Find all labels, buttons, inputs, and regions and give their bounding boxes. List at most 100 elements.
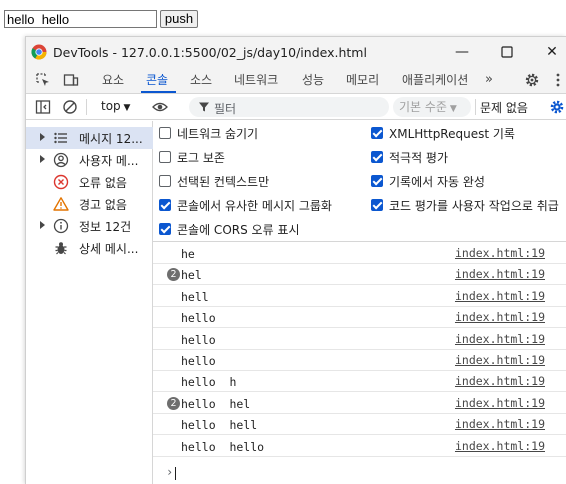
console-log-row: hello hell index.html:19 — [153, 414, 566, 436]
log-message: hello — [181, 311, 216, 326]
console-log-row: 2 hello hel index.html:19 — [153, 393, 566, 414]
user-icon — [53, 152, 69, 168]
source-link[interactable]: index.html:19 — [455, 374, 545, 388]
filter-input[interactable]: 필터 — [189, 97, 389, 117]
expand-arrow-icon[interactable] — [40, 155, 45, 163]
checkbox-label: 선택된 컨텍스트만 — [177, 175, 270, 189]
source-link[interactable]: index.html:19 — [455, 246, 545, 260]
expand-arrow-icon[interactable] — [40, 221, 45, 229]
source-link[interactable]: index.html:19 — [455, 417, 545, 431]
window-title: DevTools - 127.0.0.1:5500/02_js/day10/in… — [53, 45, 367, 60]
checkbox-hide-network[interactable] — [159, 127, 171, 139]
sidebar-toggle-icon[interactable] — [35, 99, 51, 115]
devtools-window: DevTools - 127.0.0.1:5500/02_js/day10/in… — [25, 36, 566, 484]
log-message: hell — [181, 289, 209, 304]
context-label: top — [101, 99, 121, 113]
checkbox-show-cors-errors[interactable] — [159, 223, 171, 235]
info-icon — [53, 218, 69, 234]
checkbox-user-gesture[interactable] — [371, 199, 383, 211]
filter-icon — [199, 102, 209, 112]
push-button[interactable]: push — [160, 10, 198, 28]
tab-sources[interactable]: 소스 — [190, 67, 212, 93]
checkbox-eager-evaluation[interactable] — [371, 151, 383, 163]
sidebar-item-label: 오류 없음 — [79, 176, 127, 190]
active-tab-indicator — [141, 91, 176, 93]
source-link[interactable]: index.html:19 — [455, 439, 545, 453]
checkbox-preserve-log[interactable] — [159, 151, 171, 163]
sidebar-item-verbose[interactable]: 상세 메시... — [26, 237, 153, 259]
sidebar-item-label: 메시지 12... — [79, 132, 143, 146]
issues-counter[interactable]: 문제 없음 — [480, 99, 528, 116]
sidebar-item-warnings[interactable]: 경고 없음 — [26, 193, 153, 215]
console-log-row: he index.html:19 — [153, 243, 566, 264]
checkbox-group-similar[interactable] — [159, 199, 171, 211]
console-settings-gear-icon[interactable] — [549, 99, 565, 115]
sidebar-item-label: 사용자 메... — [79, 154, 139, 168]
console-prompt-icon: › — [166, 465, 174, 479]
sidebar-item-messages[interactable]: 메시지 12... — [26, 127, 153, 149]
log-message: hel — [181, 268, 202, 283]
checkbox-label: 적극적 평가 — [389, 151, 449, 165]
log-message: he — [181, 247, 195, 261]
sidebar-item-user-messages[interactable]: 사용자 메... — [26, 149, 153, 171]
source-link[interactable]: index.html:19 — [455, 267, 545, 281]
source-link[interactable]: index.html:19 — [455, 332, 545, 346]
warning-icon — [53, 197, 69, 211]
repeat-count-badge: 2 — [167, 268, 180, 282]
checkbox-label: 기록에서 자동 완성 — [389, 175, 485, 189]
device-toolbar-icon[interactable] — [63, 72, 79, 88]
checkbox-label: 코드 평가를 사용자 작업으로 취급 — [389, 199, 559, 213]
tab-elements[interactable]: 요소 — [102, 67, 124, 93]
clear-console-icon[interactable] — [62, 99, 78, 115]
chevron-down-icon: ▼ — [120, 103, 131, 113]
console-log-row: hello index.html:19 — [153, 329, 566, 350]
console-messages: › he index.html:19 2 hel index.html:19 hell in… — [153, 243, 566, 484]
list-icon — [54, 132, 67, 144]
chrome-logo-icon — [31, 44, 47, 60]
checkbox-label: 콘솔에서 유사한 메시지 그룹화 — [177, 199, 332, 213]
console-input-caret[interactable] — [175, 467, 176, 480]
context-selector[interactable]: top ▼ — [101, 99, 130, 113]
source-link[interactable]: index.html:19 — [455, 353, 545, 367]
sidebar-item-errors[interactable]: 오류 없음 — [26, 171, 153, 193]
text-input[interactable] — [4, 10, 157, 28]
bug-icon — [55, 242, 67, 255]
checkbox-log-xhr[interactable] — [371, 127, 383, 139]
source-link[interactable]: index.html:19 — [455, 396, 545, 410]
console-log-row: hello h index.html:19 — [153, 371, 566, 393]
settings-gear-icon[interactable] — [524, 72, 540, 88]
maximize-button[interactable] — [492, 41, 522, 63]
sidebar-item-label: 정보 12건 — [79, 220, 132, 234]
title-bar: DevTools - 127.0.0.1:5500/02_js/day10/in… — [26, 37, 566, 67]
expand-arrow-icon[interactable] — [40, 133, 45, 141]
checkbox-selected-context-only[interactable] — [159, 175, 171, 187]
checkbox-autocomplete-history[interactable] — [371, 175, 383, 187]
log-level-label: 기본 수준 — [399, 100, 447, 114]
tab-network[interactable]: 네트워크 — [234, 67, 278, 93]
tab-console[interactable]: 콘솔 — [146, 67, 168, 93]
source-link[interactable]: index.html:19 — [455, 310, 545, 324]
checkbox-label: XMLHttpRequest 기록 — [389, 127, 515, 141]
log-level-dropdown[interactable]: 기본 수준 ▼ — [393, 97, 471, 117]
checkbox-label: 네트워크 숨기기 — [177, 127, 259, 141]
live-expression-eye-icon[interactable] — [152, 99, 168, 115]
panel-tabs: 요소 콘솔 소스 네트워크 성능 메모리 애플리케이션 » — [26, 67, 566, 94]
console-log-row: hell index.html:19 — [153, 286, 566, 307]
sidebar-item-label: 경고 없음 — [79, 198, 127, 212]
console-toolbar: top ▼ 필터 기본 수준 ▼ 문제 없음 — [26, 94, 566, 120]
more-tabs-icon[interactable]: » — [485, 67, 493, 93]
tab-application[interactable]: 애플리케이션 — [402, 67, 468, 93]
log-message: hello h — [181, 375, 237, 390]
chevron-down-icon: ▼ — [446, 104, 457, 114]
more-options-icon[interactable] — [550, 72, 566, 88]
inspect-element-icon[interactable] — [35, 72, 51, 88]
minimize-button[interactable]: — — [447, 41, 477, 63]
tab-performance[interactable]: 성능 — [302, 67, 324, 93]
source-link[interactable]: index.html:19 — [455, 289, 545, 303]
filter-placeholder: 필터 — [214, 102, 237, 116]
repeat-count-badge: 2 — [167, 396, 180, 410]
console-sidebar: 메시지 12... 사용자 메... 오류 없음 경고 없음 정보 12건 상세… — [26, 121, 153, 484]
close-button[interactable]: ✕ — [537, 41, 566, 63]
sidebar-item-info[interactable]: 정보 12건 — [26, 215, 153, 237]
tab-memory[interactable]: 메모리 — [346, 67, 379, 93]
